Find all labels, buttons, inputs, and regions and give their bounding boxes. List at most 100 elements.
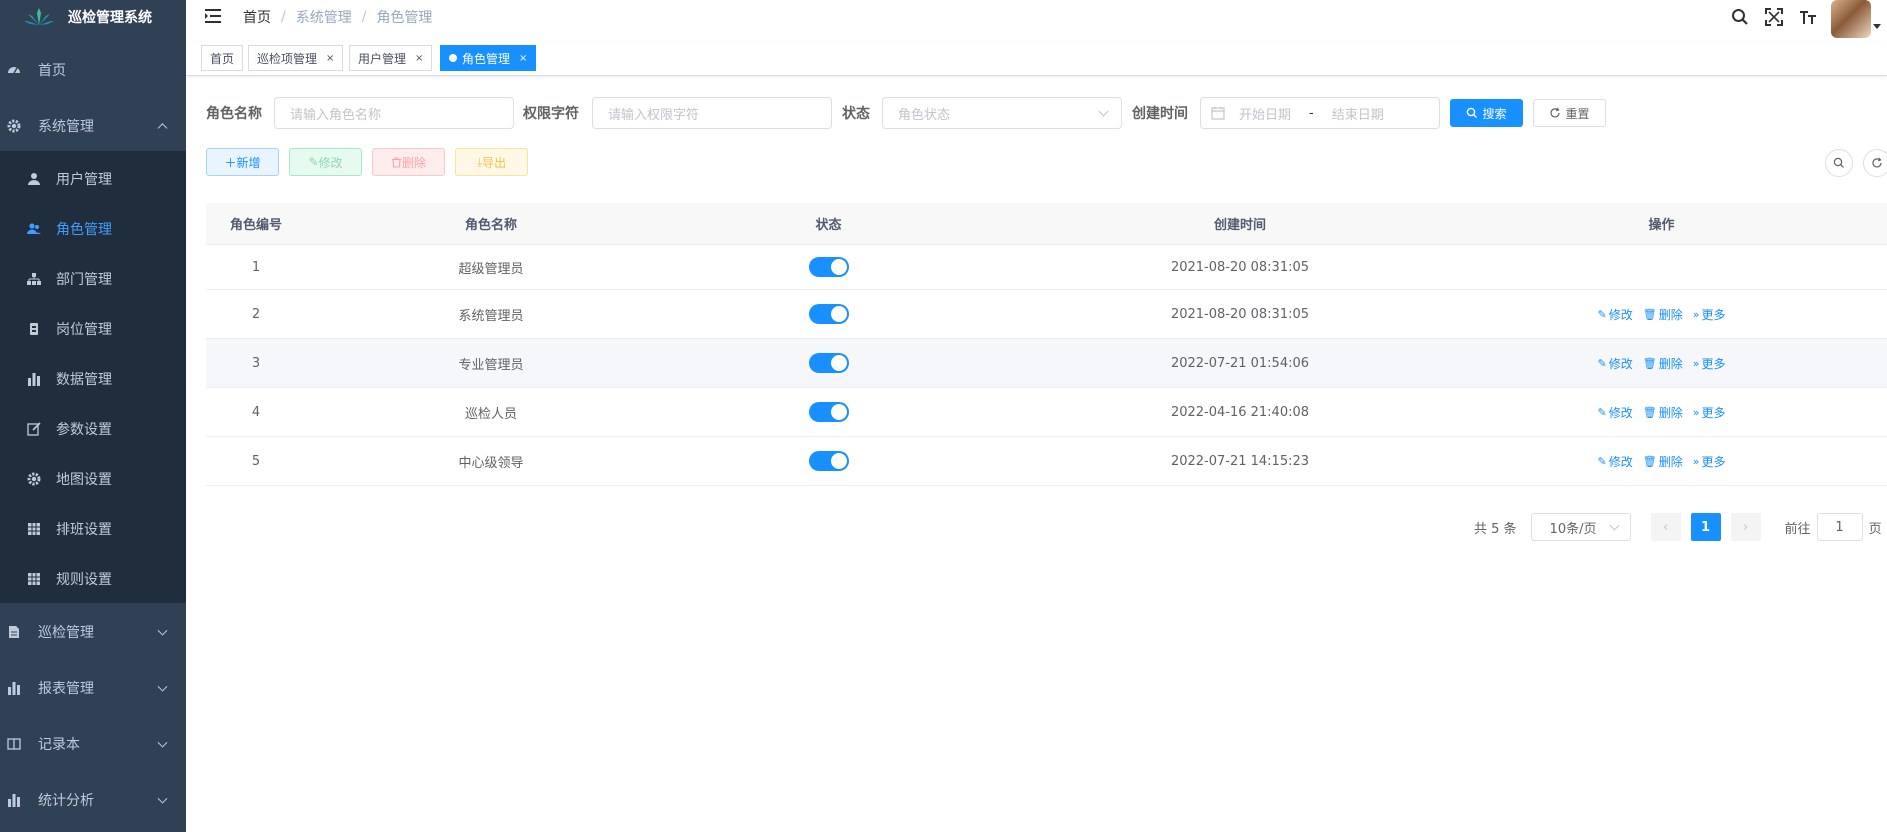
caret-down-icon[interactable] xyxy=(1873,23,1881,29)
page-number-current[interactable]: 1 xyxy=(1690,513,1721,541)
sidebar-item-statistics[interactable]: 统计分析 xyxy=(0,775,186,825)
tag-home[interactable]: 首页 xyxy=(201,45,244,71)
start-date-placeholder[interactable]: 开始日期 xyxy=(1239,104,1291,123)
column-header-role-name: 角色名称 xyxy=(464,218,517,233)
add-button[interactable]: ＋ 新增 xyxy=(206,148,279,176)
goto-page-input[interactable]: 1 xyxy=(1816,513,1863,541)
delete-icon: 🗑 xyxy=(1642,405,1657,419)
grid-icon xyxy=(26,521,42,537)
sidebar-item-params[interactable]: 参数设置 xyxy=(0,404,186,454)
cell-actions: ✎ 修改 🗑 删除 » 更多 xyxy=(1499,339,1824,387)
tag-label: 巡检项管理 xyxy=(257,51,318,66)
status-switch[interactable] xyxy=(808,257,849,277)
sidebar-item-map-settings[interactable]: 地图设置 xyxy=(0,454,186,504)
delete-button[interactable]: 删除 xyxy=(372,148,445,176)
sidebar-item-departments[interactable]: 部门管理 xyxy=(0,254,186,304)
sidebar-item-home[interactable]: 首页 xyxy=(0,45,186,95)
row-delete-link[interactable]: 🗑 删除 xyxy=(1643,306,1683,323)
row-delete-label: 删除 xyxy=(1658,454,1683,469)
row-delete-link[interactable]: 🗑 删除 xyxy=(1643,404,1683,421)
refresh-button[interactable] xyxy=(1863,149,1887,177)
table-row: 4 巡检人员 2022-04-16 21:40:08 ✎ 修改 🗑 删除 » 更多 xyxy=(206,388,1887,437)
reset-button-label: 重置 xyxy=(1565,106,1590,121)
row-more-link[interactable]: » 更多 xyxy=(1693,355,1726,372)
roles-table: 角色编号 角色名称 状态 创建时间 操作 1 超级管理员 2021-08-20 … xyxy=(206,203,1887,486)
close-icon[interactable]: × xyxy=(326,53,334,64)
logo[interactable]: 巡检管理系统 xyxy=(0,0,186,34)
cell-role-id: 1 xyxy=(251,259,261,275)
column-header-created: 创建时间 xyxy=(1213,218,1266,233)
row-delete-link[interactable]: 🗑 删除 xyxy=(1643,453,1683,470)
created-time-label: 创建时间 xyxy=(1132,106,1188,122)
reset-button[interactable]: 重置 xyxy=(1533,99,1606,127)
sidebar-item-roles[interactable]: 角色管理 xyxy=(0,204,186,254)
end-date-placeholder[interactable]: 结束日期 xyxy=(1332,104,1384,123)
row-more-link[interactable]: » 更多 xyxy=(1693,404,1726,421)
status-switch[interactable] xyxy=(808,451,849,471)
close-icon[interactable]: × xyxy=(519,53,527,64)
sidebar-item-label: 统计分析 xyxy=(38,793,94,809)
row-edit-link[interactable]: ✎ 修改 xyxy=(1598,404,1633,421)
status-switch[interactable] xyxy=(808,304,849,324)
prev-page-button[interactable]: ‹ xyxy=(1650,513,1681,541)
row-edit-link[interactable]: ✎ 修改 xyxy=(1598,306,1633,323)
double-arrow-right-icon: » xyxy=(1692,454,1700,468)
tag-inspection-items[interactable]: 巡检项管理 × xyxy=(248,45,344,71)
sidebar-item-schedule[interactable]: 排班设置 xyxy=(0,504,186,554)
next-page-button[interactable]: › xyxy=(1730,513,1761,541)
hamburger-icon[interactable] xyxy=(204,7,222,25)
sidebar-item-notebook[interactable]: 记录本 xyxy=(0,719,186,769)
row-edit-label: 修改 xyxy=(1608,454,1633,469)
status-switch[interactable] xyxy=(808,402,849,422)
sidebar-item-inspection[interactable]: 巡检管理 xyxy=(0,607,186,657)
status-switch[interactable] xyxy=(808,353,849,373)
status-select[interactable]: 角色状态 xyxy=(882,97,1122,129)
row-edit-link[interactable]: ✎ 修改 xyxy=(1598,355,1633,372)
chevron-down-icon xyxy=(157,793,168,804)
font-size-icon[interactable] xyxy=(1797,6,1819,28)
date-range-picker[interactable]: 开始日期 - 结束日期 xyxy=(1200,97,1440,129)
row-more-link[interactable]: » 更多 xyxy=(1693,453,1726,470)
sidebar-item-system[interactable]: 系统管理 xyxy=(0,101,186,151)
page-size-select[interactable]: 10条/页 xyxy=(1530,513,1631,541)
sidebar-item-label: 首页 xyxy=(38,63,66,79)
cell-actions: ✎ 修改 🗑 删除 » 更多 xyxy=(1499,290,1824,338)
cell-role-id: 2 xyxy=(251,306,261,322)
search-button[interactable]: 搜索 xyxy=(1450,99,1523,127)
edit-button[interactable]: ✎ 修改 xyxy=(289,148,362,176)
pagination-total: 共 5 条 xyxy=(1474,521,1517,537)
sidebar-item-reports[interactable]: 报表管理 xyxy=(0,663,186,713)
table-row: 1 超级管理员 2021-08-20 08:31:05 xyxy=(206,245,1887,290)
sidebar-item-posts[interactable]: 岗位管理 xyxy=(0,304,186,354)
search-icon[interactable] xyxy=(1729,6,1751,28)
row-delete-link[interactable]: 🗑 删除 xyxy=(1643,355,1683,372)
row-edit-label: 修改 xyxy=(1608,405,1633,420)
pagination: 共 5 条 10条/页 ‹ 1 › 前往 1 页 xyxy=(1474,513,1882,541)
chevron-down-icon xyxy=(157,737,168,748)
status-cell xyxy=(676,388,981,436)
breadcrumb: 首页 / 系统管理 / 角色管理 xyxy=(243,7,432,27)
role-name-input[interactable]: 请输入角色名称 xyxy=(274,97,514,129)
bar-chart-icon xyxy=(26,371,42,387)
avatar[interactable] xyxy=(1831,0,1871,38)
sidebar-item-users[interactable]: 用户管理 xyxy=(0,154,186,204)
tag-users[interactable]: 用户管理 × xyxy=(349,45,433,71)
chevron-down-icon xyxy=(157,681,168,692)
row-more-link[interactable]: » 更多 xyxy=(1693,306,1726,323)
row-more-label: 更多 xyxy=(1701,356,1726,371)
cell-created-time: 2021-08-20 08:31:05 xyxy=(1170,306,1310,322)
close-icon[interactable]: × xyxy=(415,53,423,64)
row-edit-link[interactable]: ✎ 修改 xyxy=(1598,453,1633,470)
table-row: 3 专业管理员 2022-07-21 01:54:06 ✎ 修改 🗑 删除 » 更多 xyxy=(206,339,1887,388)
tag-roles[interactable]: 角色管理 × xyxy=(440,45,537,71)
double-arrow-right-icon: » xyxy=(1692,307,1700,321)
breadcrumb-item-home[interactable]: 首页 xyxy=(243,7,271,27)
sidebar-item-rules[interactable]: 规则设置 xyxy=(0,554,186,604)
sidebar-item-data[interactable]: 数据管理 xyxy=(0,354,186,404)
tag-label: 首页 xyxy=(210,51,235,66)
fullscreen-icon[interactable] xyxy=(1763,6,1785,28)
role-key-input[interactable]: 请输入权限字符 xyxy=(592,97,832,129)
sidebar-submenu-system: 用户管理 角色管理 部门管理 岗位管理 数据管理 参数设置 地图设置 排班设置 … xyxy=(0,151,186,603)
export-button[interactable]: ⤓ 导出 xyxy=(455,148,528,176)
toggle-search-button[interactable] xyxy=(1825,149,1853,177)
